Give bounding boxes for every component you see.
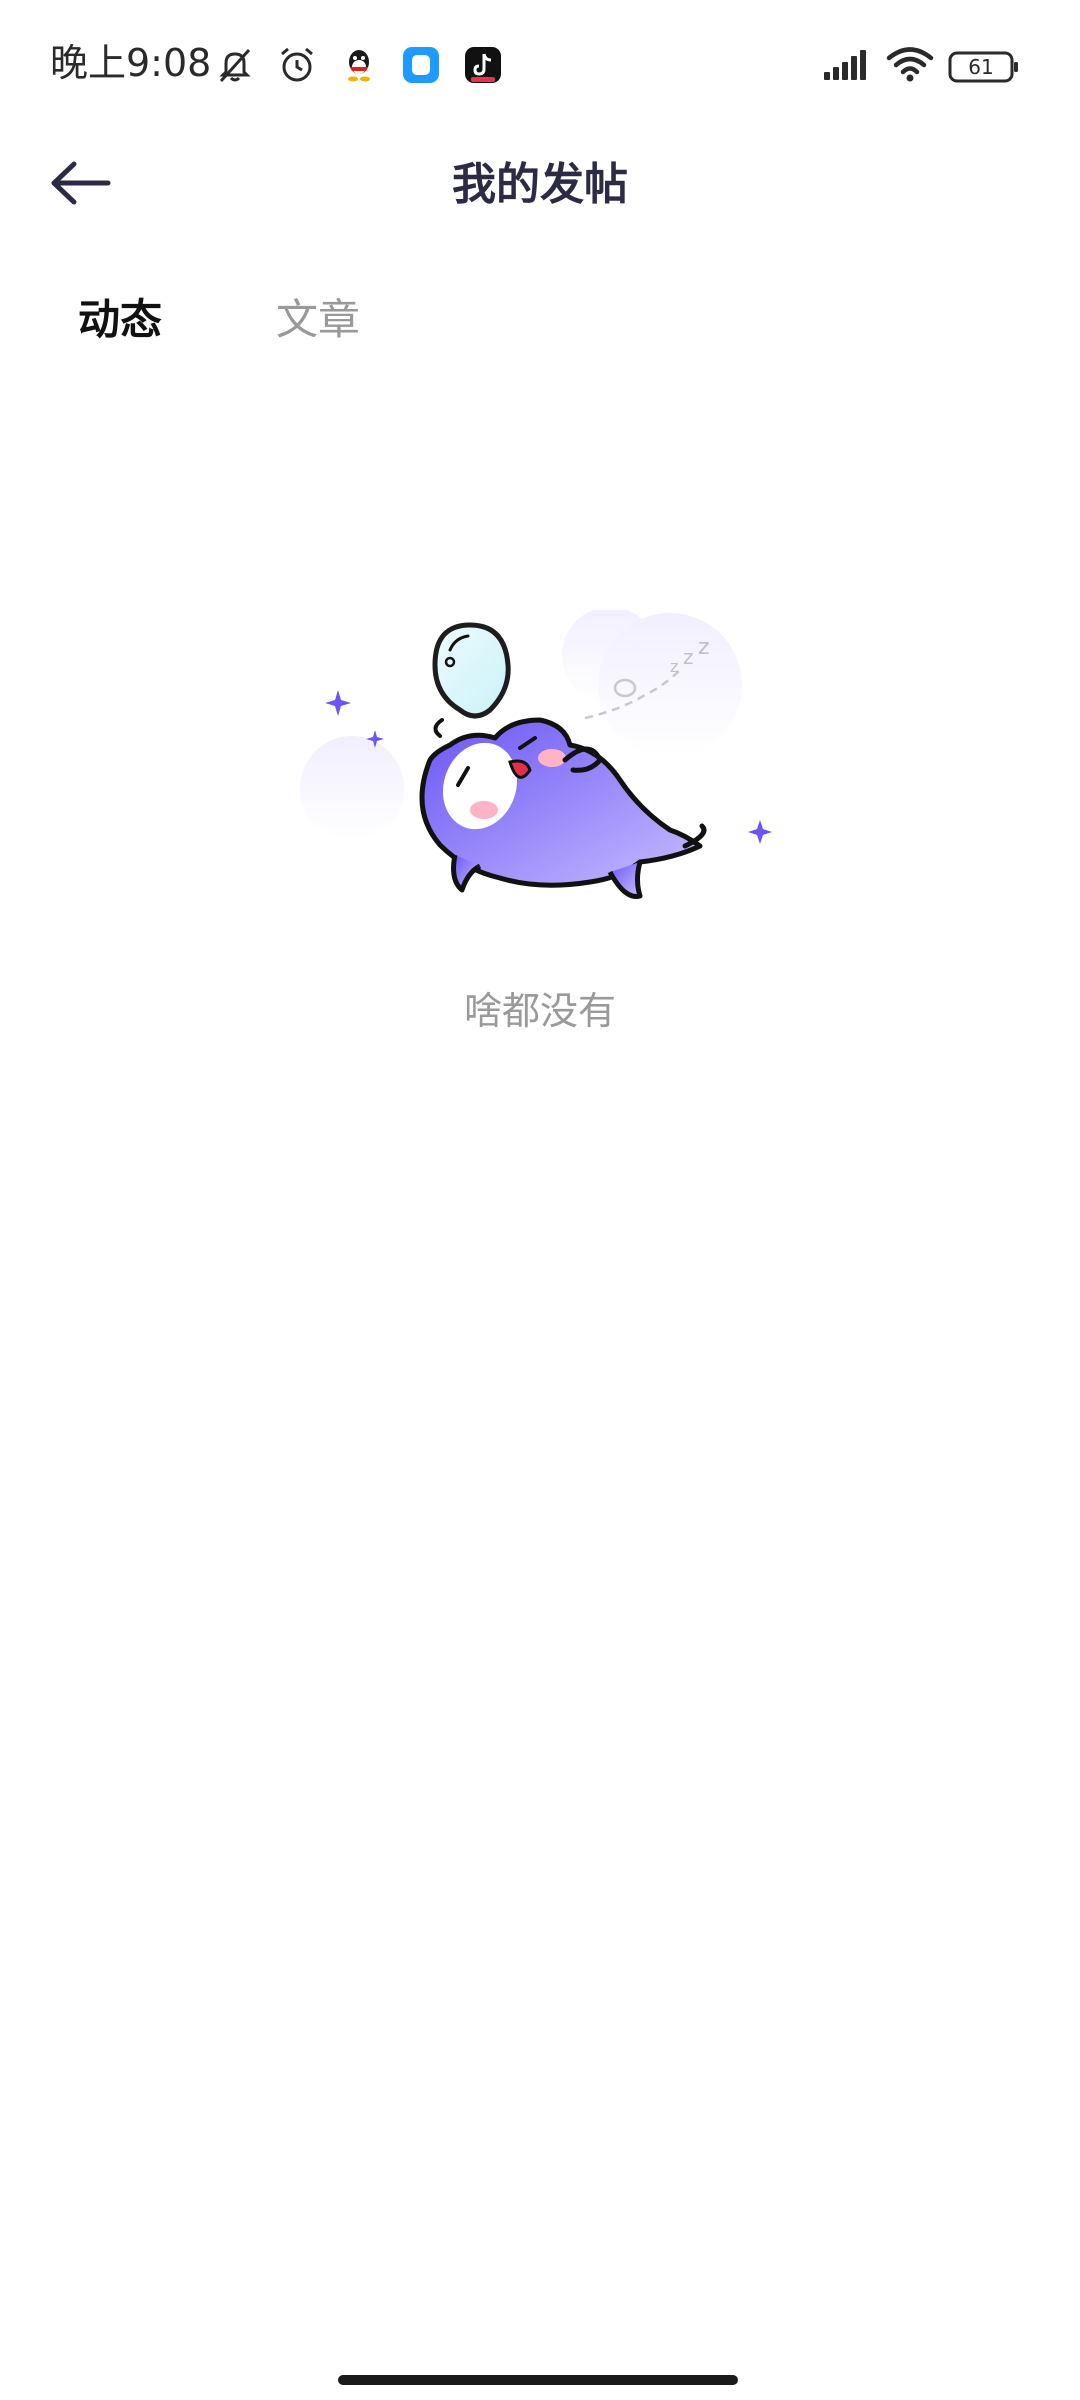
tiktok-icon — [460, 42, 506, 88]
empty-state-illustration: z z z — [290, 607, 790, 930]
home-indicator[interactable] — [338, 2375, 738, 2385]
empty-state-message: 啥都没有 — [463, 989, 616, 1033]
battery-icon: 61 — [948, 51, 1020, 83]
status-time: 晚上9:08 — [50, 41, 212, 85]
page-title: 我的发帖 — [452, 159, 628, 210]
wifi-icon — [886, 47, 934, 87]
battery-level: 61 — [968, 55, 994, 79]
status-bar: 晚上9:08 61 — [0, 0, 1080, 130]
header: 我的发帖 — [0, 130, 1080, 240]
svg-text:z: z — [670, 657, 678, 676]
alarm-icon — [274, 42, 320, 88]
status-icons-right: 61 — [822, 42, 1020, 92]
signal-icon — [822, 48, 872, 86]
qq-icon — [336, 42, 382, 88]
tab-articles[interactable]: 文章 — [276, 280, 360, 360]
status-icons-left — [212, 40, 506, 90]
svg-text:z: z — [698, 635, 710, 660]
svg-text:z: z — [683, 645, 694, 669]
tab-bar: 动态 文章 — [0, 280, 1080, 360]
mute-notifications-icon — [212, 42, 258, 88]
app-notification-icon — [398, 42, 444, 88]
tab-dynamic[interactable]: 动态 — [78, 280, 162, 360]
